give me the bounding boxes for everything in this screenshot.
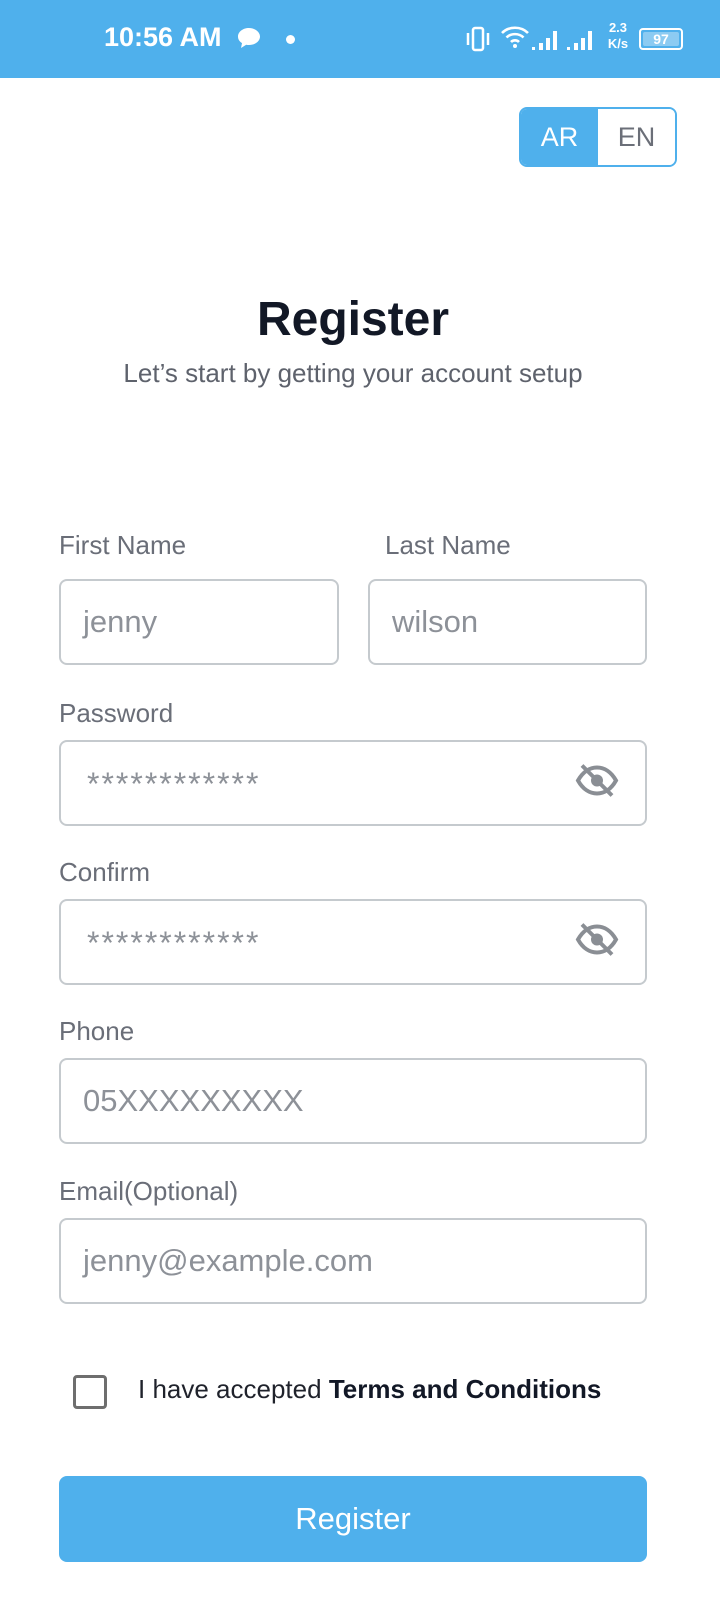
network-speed-unit: K/s (607, 36, 629, 51)
phone-label: Phone (59, 1016, 135, 1046)
network-speed-value: 2.3 (608, 20, 628, 35)
eye-off-icon[interactable] (575, 763, 619, 804)
chat-bubble-icon (236, 26, 262, 55)
page-subtitle: Let’s start by getting your account setu… (123, 358, 583, 388)
wifi-icon (500, 24, 530, 55)
battery-icon: 97 (639, 28, 683, 50)
notification-dot-icon (286, 35, 295, 44)
confirm-label: Confirm (59, 857, 151, 887)
first-name-label: First Name (59, 530, 187, 560)
last-name-value: wilson (392, 604, 479, 639)
language-ar-button[interactable]: AR (521, 109, 598, 165)
register-button[interactable]: Register (59, 1476, 647, 1562)
terms-link[interactable]: Terms and Conditions (329, 1374, 602, 1404)
password-label: Password (59, 698, 174, 728)
terms-checkbox[interactable] (73, 1375, 107, 1409)
signal-icon (566, 29, 596, 56)
battery-percent: 97 (653, 31, 669, 47)
page-title: Register (256, 293, 450, 346)
password-value: ************ (87, 765, 261, 802)
last-name-label: Last Name (385, 530, 511, 560)
language-en-button[interactable]: EN (598, 109, 675, 165)
eye-off-icon[interactable] (575, 922, 619, 963)
first-name-field[interactable]: jenny (59, 579, 339, 665)
terms-prefix: I have accepted (138, 1374, 329, 1404)
network-speed: 2.3 K/s (604, 20, 632, 52)
status-time: 10:56 AM (104, 22, 222, 52)
email-label: Email(Optional) (59, 1176, 239, 1206)
last-name-field[interactable]: wilson (368, 579, 647, 665)
terms-text: I have accepted Terms and Conditions (138, 1374, 601, 1405)
status-bar: 10:56 AM 2.3 K/s 97 (0, 0, 720, 78)
password-field[interactable]: ************ (59, 740, 647, 826)
confirm-password-value: ************ (87, 924, 261, 961)
email-placeholder: jenny@example.com (83, 1243, 373, 1278)
phone-field[interactable]: 05XXXXXXXXX (59, 1058, 647, 1144)
phone-placeholder: 05XXXXXXXXX (83, 1083, 304, 1118)
first-name-value: jenny (83, 604, 158, 639)
language-toggle: AR EN (519, 107, 677, 167)
confirm-password-field[interactable]: ************ (59, 899, 647, 985)
signal-icon (531, 29, 561, 56)
email-field[interactable]: jenny@example.com (59, 1218, 647, 1304)
vibrate-icon (464, 26, 492, 57)
